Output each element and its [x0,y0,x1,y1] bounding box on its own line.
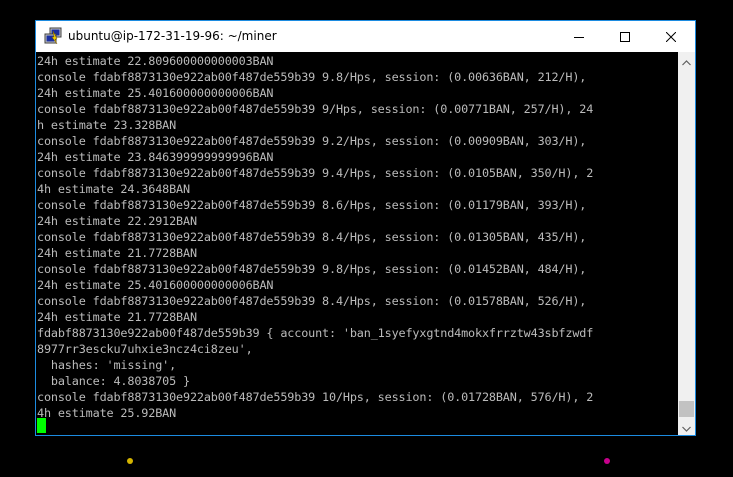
scroll-up-button[interactable] [678,52,695,69]
terminal-line: console fdabf8873130e922ab00f487de559b39… [37,294,587,308]
title-bar[interactable]: ubuntu@ip-172-31-19-96: ~/miner [36,21,695,52]
terminal-line: h estimate 23.328BAN [37,118,177,132]
terminal-line: 24h estimate 21.7728BAN [37,246,197,260]
terminal-line: console fdabf8873130e922ab00f487de559b39… [37,262,587,276]
scroll-down-button[interactable] [678,418,695,435]
terminal-line: console fdabf8873130e922ab00f487de559b39… [37,134,587,148]
terminal-window: ubuntu@ip-172-31-19-96: ~/miner 24h esti… [35,20,696,436]
window-title: ubuntu@ip-172-31-19-96: ~/miner [68,29,277,43]
terminal-line: 24h estimate 23.846399999999996BAN [37,150,274,164]
terminal-line: 24h estimate 25.401600000000006BAN [37,86,274,100]
putty-icon[interactable] [44,27,62,45]
background-dot-magenta [604,458,610,464]
maximize-button[interactable] [602,21,648,52]
terminal-line: console fdabf8873130e922ab00f487de559b39… [37,166,594,180]
text-cursor [37,418,46,433]
terminal-output[interactable]: 24h estimate 22.809600000000003BAN consol… [36,52,678,435]
terminal-line: console fdabf8873130e922ab00f487de559b39… [37,70,587,84]
maximize-icon [620,27,630,46]
background-dot-yellow [127,458,133,464]
scroll-thumb[interactable] [679,401,694,417]
scroll-up-arrow-icon [682,51,691,70]
terminal-line: 4h estimate 24.3648BAN [37,182,190,196]
close-button[interactable] [648,21,694,52]
scroll-down-arrow-icon [682,417,691,436]
minimize-icon [574,27,584,46]
terminal-line: 24h estimate 22.2912BAN [37,214,197,228]
terminal-line: console fdabf8873130e922ab00f487de559b39… [37,102,594,116]
terminal-line: 8977rr3escku7uhxie3ncz4ci8zeu', [37,342,253,356]
terminal-line: console fdabf8873130e922ab00f487de559b39… [37,390,594,404]
terminal-line: 24h estimate 25.401600000000006BAN [37,278,274,292]
terminal-line: balance: 4.8038705 } [37,374,190,388]
vertical-scrollbar[interactable] [678,52,695,435]
terminal-line: hashes: 'missing', [37,358,177,372]
terminal-lines: 24h estimate 22.809600000000003BAN consol… [37,53,593,421]
terminal-line: 24h estimate 21.7728BAN [37,310,197,324]
close-icon [665,27,677,46]
terminal-line: console fdabf8873130e922ab00f487de559b39… [37,198,587,212]
terminal-line: 4h estimate 25.92BAN [37,406,177,420]
terminal-line: console fdabf8873130e922ab00f487de559b39… [37,230,587,244]
terminal-line: 24h estimate 22.809600000000003BAN [37,54,274,68]
terminal-line: fdabf8873130e922ab00f487de559b39 { accou… [37,326,594,340]
minimize-button[interactable] [556,21,602,52]
